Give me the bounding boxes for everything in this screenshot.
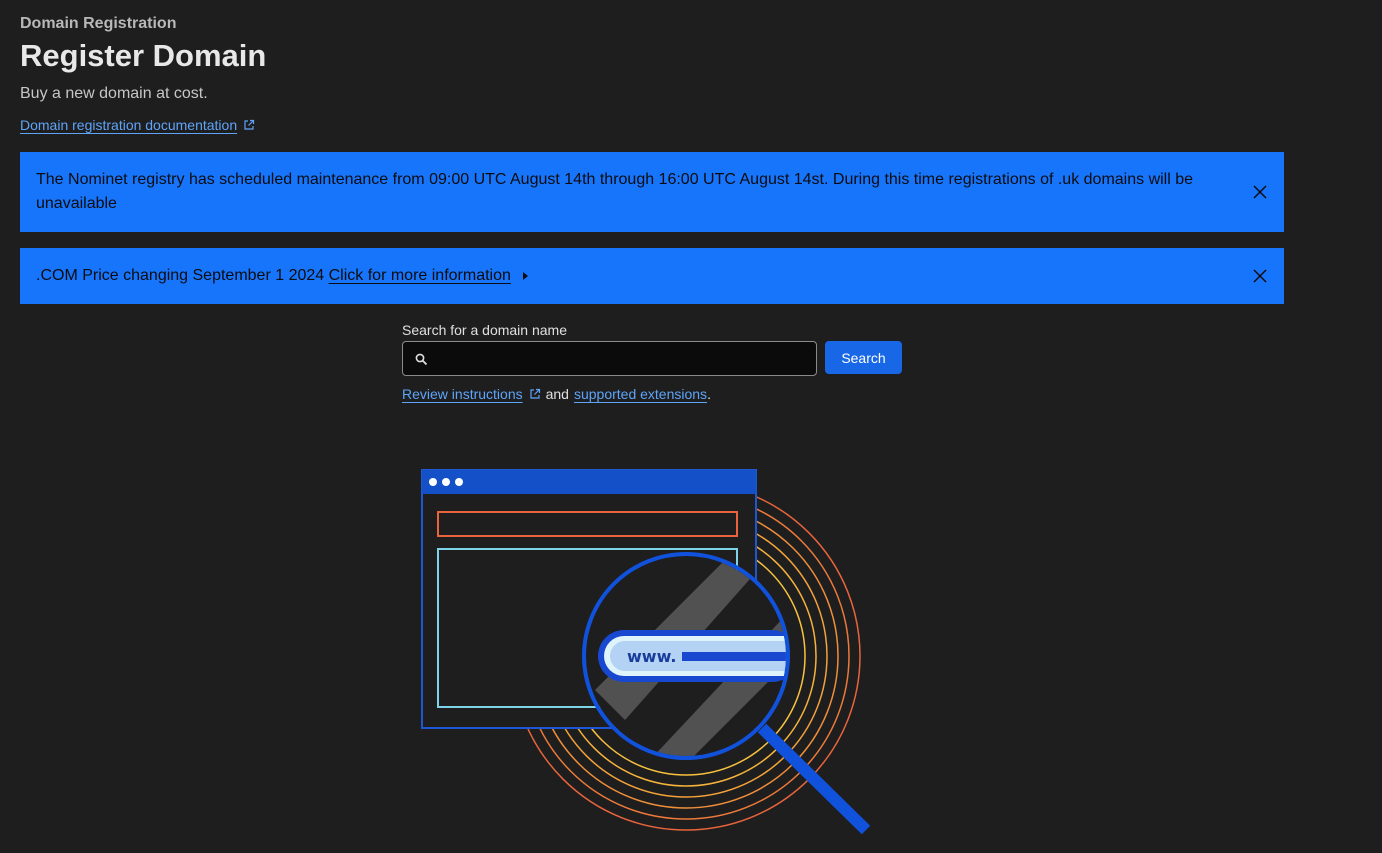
help-connector: and	[545, 386, 569, 402]
documentation-link[interactable]: Domain registration documentation	[20, 117, 237, 133]
close-icon[interactable]	[1252, 268, 1268, 284]
search-button[interactable]: Search	[825, 341, 902, 374]
breadcrumb: Domain Registration	[20, 15, 177, 32]
price-change-banner: .COM Price changing September 1 2024 Cli…	[20, 248, 1284, 304]
www-label: www.	[627, 647, 676, 666]
search-field[interactable]	[402, 341, 817, 377]
magnifier-handle	[757, 723, 871, 835]
help-period: .	[707, 386, 711, 402]
supported-extensions-link[interactable]: supported extensions	[574, 386, 707, 402]
caret-right-icon	[523, 271, 529, 280]
external-link-icon	[530, 388, 540, 399]
price-change-banner-text: .COM Price changing September 1 2024	[36, 267, 325, 284]
page-title: Register Domain	[20, 38, 267, 73]
close-icon[interactable]	[1252, 184, 1268, 200]
more-information-link[interactable]: Click for more information	[329, 267, 511, 284]
external-link-icon	[244, 119, 255, 130]
domain-search-illustration: www.	[421, 469, 871, 835]
maintenance-banner-text: The Nominet registry has scheduled maint…	[36, 171, 1194, 212]
search-input[interactable]	[433, 342, 812, 377]
register-domain-page: Domain Registration Register Domain Buy …	[0, 0, 1382, 853]
review-instructions-link[interactable]: Review instructions	[402, 386, 523, 402]
search-label: Search for a domain name	[402, 322, 567, 338]
maintenance-banner: The Nominet registry has scheduled maint…	[20, 152, 1284, 232]
documentation-link-row: Domain registration documentation	[20, 117, 255, 133]
search-icon	[415, 353, 428, 366]
page-subtitle: Buy a new domain at cost.	[20, 85, 208, 102]
search-help-text: Review instructions and supported extens…	[402, 386, 711, 402]
